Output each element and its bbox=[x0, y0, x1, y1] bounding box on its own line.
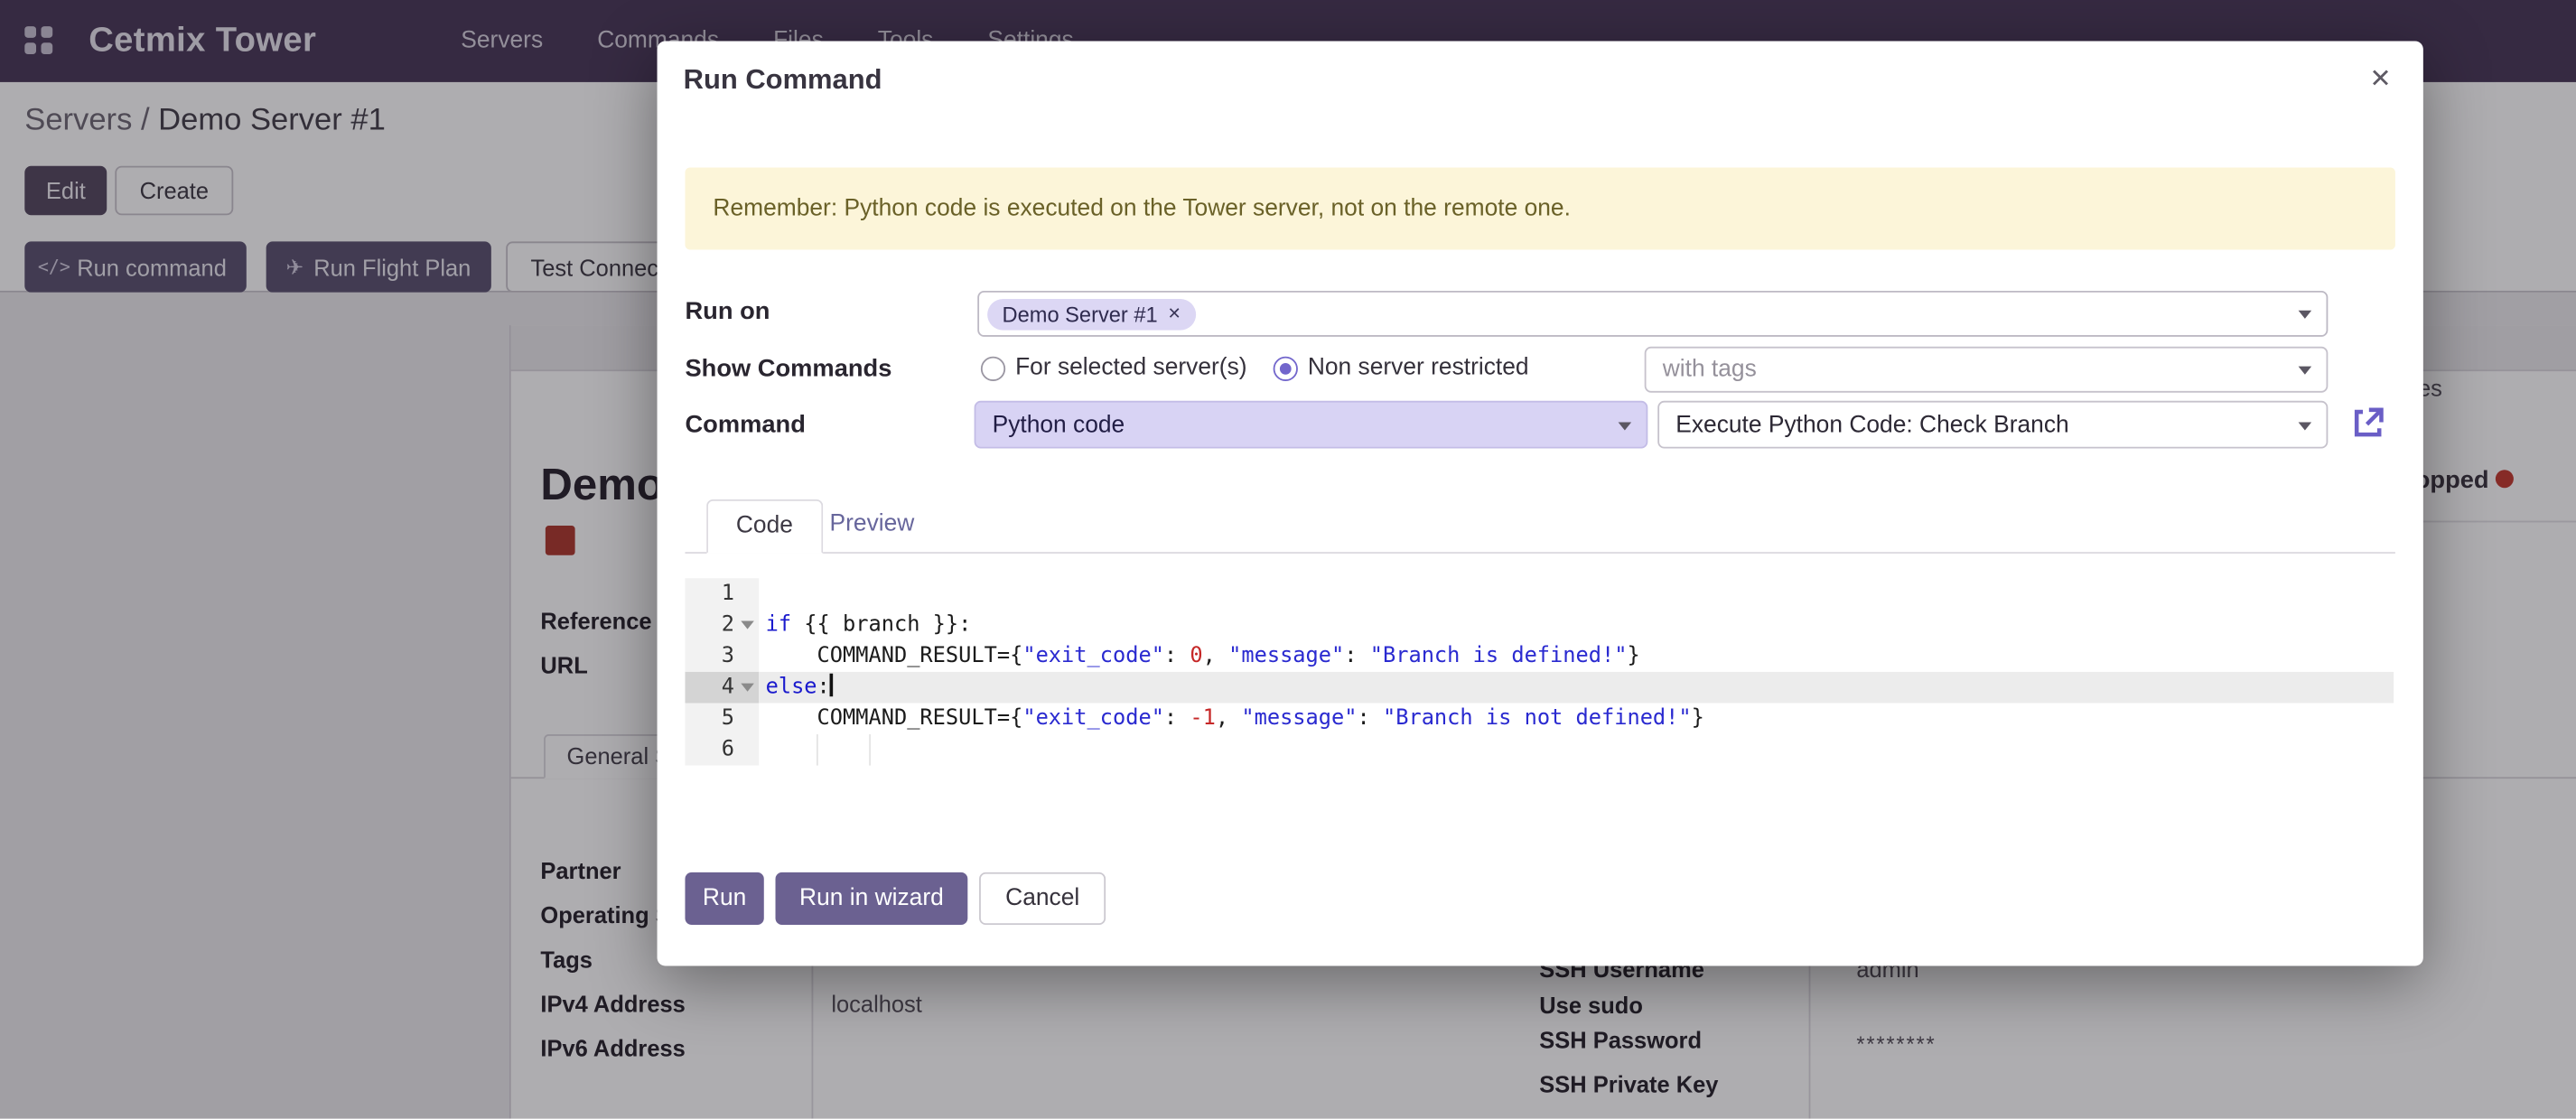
run-command-modal: Run Command ✕ Remember: Python code is e… bbox=[658, 41, 2423, 965]
code-line[interactable] bbox=[759, 734, 2394, 766]
cancel-button[interactable]: Cancel bbox=[979, 872, 1106, 925]
radio-selected-servers-label[interactable]: For selected server(s) bbox=[1015, 355, 1246, 381]
radio-non-restricted[interactable] bbox=[1274, 357, 1298, 381]
code-line[interactable]: else: bbox=[759, 672, 2394, 704]
run-in-wizard-button[interactable]: Run in wizard bbox=[776, 872, 968, 925]
editor-gutter: 123456 bbox=[685, 578, 759, 765]
fold-arrow-icon[interactable] bbox=[741, 621, 754, 629]
chevron-down-icon[interactable] bbox=[1619, 422, 1632, 430]
server-tag[interactable]: Demo Server #1 ✕ bbox=[987, 298, 1196, 330]
radio-non-restricted-label[interactable]: Non server restricted bbox=[1308, 355, 1529, 381]
gutter-line-number[interactable]: 6 bbox=[685, 734, 759, 766]
label-run-on: Run on bbox=[685, 297, 770, 325]
gutter-line-number[interactable]: 1 bbox=[685, 578, 759, 610]
indent-guide bbox=[817, 734, 818, 766]
code-line[interactable]: if {{ branch }}: bbox=[759, 610, 2394, 641]
command-value: Execute Python Code: Check Branch bbox=[1675, 412, 2068, 438]
command-type-value: Python code bbox=[993, 412, 1125, 438]
gutter-line-number[interactable]: 3 bbox=[685, 640, 759, 672]
app-root: Cetmix Tower Servers Commands Files Tool… bbox=[0, 0, 2576, 1119]
chevron-down-icon[interactable] bbox=[2299, 311, 2312, 319]
indent-guide bbox=[869, 734, 871, 766]
close-icon[interactable]: ✕ bbox=[2359, 59, 2402, 101]
label-command: Command bbox=[685, 411, 805, 439]
command-select[interactable]: Execute Python Code: Check Branch bbox=[1657, 401, 2328, 449]
gutter-line-number[interactable]: 5 bbox=[685, 703, 759, 734]
gutter-line-number[interactable]: 2 bbox=[685, 610, 759, 641]
code-line[interactable]: COMMAND_RESULT={"exit_code": -1, "messag… bbox=[759, 703, 2394, 734]
code-line[interactable] bbox=[759, 578, 2394, 610]
tab-preview[interactable]: Preview bbox=[802, 499, 943, 554]
warning-text: Remember: Python code is executed on the… bbox=[713, 195, 1571, 221]
tag-remove-icon[interactable]: ✕ bbox=[1168, 304, 1181, 322]
gutter-line-number[interactable]: 4 bbox=[685, 672, 759, 704]
server-tag-label: Demo Server #1 bbox=[1003, 302, 1158, 326]
fold-arrow-icon[interactable] bbox=[741, 684, 754, 692]
label-show-commands: Show Commands bbox=[685, 355, 891, 383]
with-tags-placeholder: with tags bbox=[1663, 357, 1757, 383]
chevron-down-icon[interactable] bbox=[2299, 367, 2312, 375]
chevron-down-icon[interactable] bbox=[2299, 422, 2312, 430]
external-link-icon[interactable] bbox=[2353, 406, 2385, 438]
editor-lines[interactable]: if {{ branch }}: COMMAND_RESULT={"exit_c… bbox=[759, 578, 2394, 765]
run-on-field[interactable]: Demo Server #1 ✕ bbox=[977, 291, 2328, 337]
warning-banner: Remember: Python code is executed on the… bbox=[685, 168, 2394, 250]
run-button[interactable]: Run bbox=[685, 872, 763, 925]
modal-tabs: Code Preview bbox=[685, 501, 2394, 554]
modal-title: Run Command bbox=[684, 64, 882, 97]
with-tags-select[interactable]: with tags bbox=[1645, 347, 2329, 393]
code-line[interactable]: COMMAND_RESULT={"exit_code": 0, "message… bbox=[759, 640, 2394, 672]
code-editor[interactable]: 123456 if {{ branch }}: COMMAND_RESULT={… bbox=[685, 578, 2394, 765]
radio-selected-servers[interactable] bbox=[981, 357, 1005, 381]
text-cursor bbox=[830, 674, 834, 696]
command-type-select[interactable]: Python code bbox=[975, 401, 1648, 449]
